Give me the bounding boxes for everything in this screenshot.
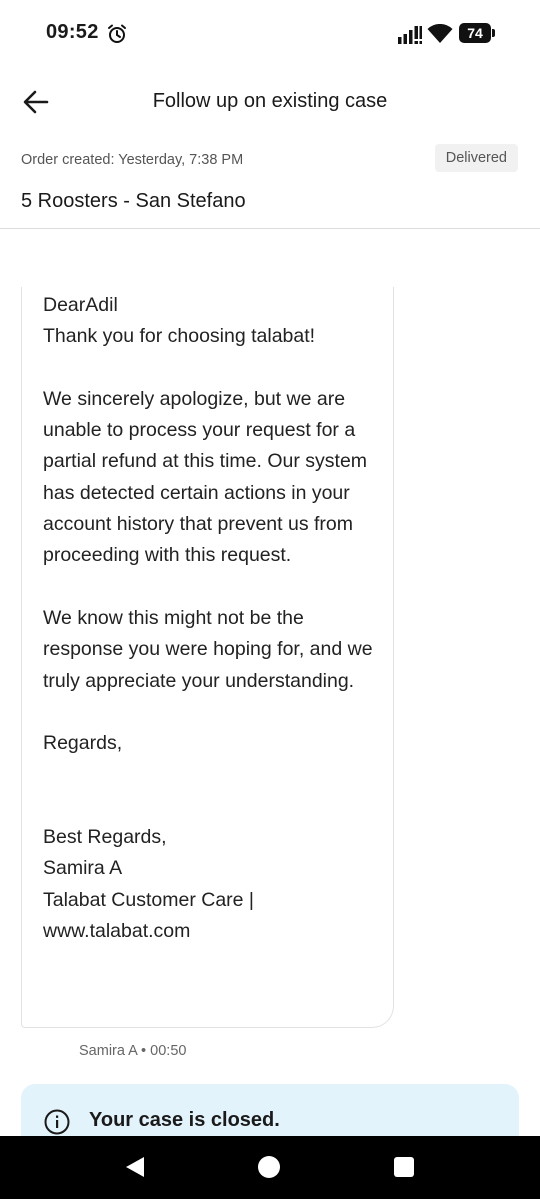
message-bubble: DearAdil Thank you for choosing talabat!… [21, 287, 394, 1028]
battery-icon: 74 [459, 23, 495, 43]
status-badge: Delivered [434, 144, 518, 172]
order-info: Order created: Yesterday, 7:38 PM Delive… [0, 138, 540, 229]
status-bar: 09:52 74 [0, 0, 540, 66]
system-nav-bar [0, 1136, 540, 1199]
restaurant-name: 5 Roosters - San Stefano [21, 190, 246, 212]
battery-level: 74 [459, 23, 491, 43]
screen: 09:52 74 Follow up on existing case Orde… [0, 0, 540, 1199]
message-text: DearAdil Thank you for choosing talabat!… [43, 294, 373, 942]
nav-home-icon[interactable] [258, 1156, 280, 1178]
battery-tip [492, 29, 495, 37]
message-meta: Samira A • 00:50 [79, 1043, 187, 1059]
signal-icon [398, 26, 422, 44]
order-created-text: Order created: Yesterday, 7:38 PM [21, 152, 244, 168]
info-icon [44, 1109, 70, 1135]
chat-area[interactable]: DearAdil Thank you for choosing talabat!… [0, 229, 540, 1136]
app-header: Follow up on existing case [0, 66, 540, 138]
case-closed-banner: Your case is closed. [21, 1084, 519, 1136]
status-time: 09:52 [46, 21, 99, 43]
alarm-icon [108, 24, 126, 43]
case-closed-text: Your case is closed. [89, 1109, 280, 1131]
nav-recents-icon[interactable] [394, 1157, 414, 1177]
page-title: Follow up on existing case [152, 90, 388, 112]
wifi-icon [427, 24, 453, 43]
nav-back-icon[interactable] [124, 1156, 146, 1178]
